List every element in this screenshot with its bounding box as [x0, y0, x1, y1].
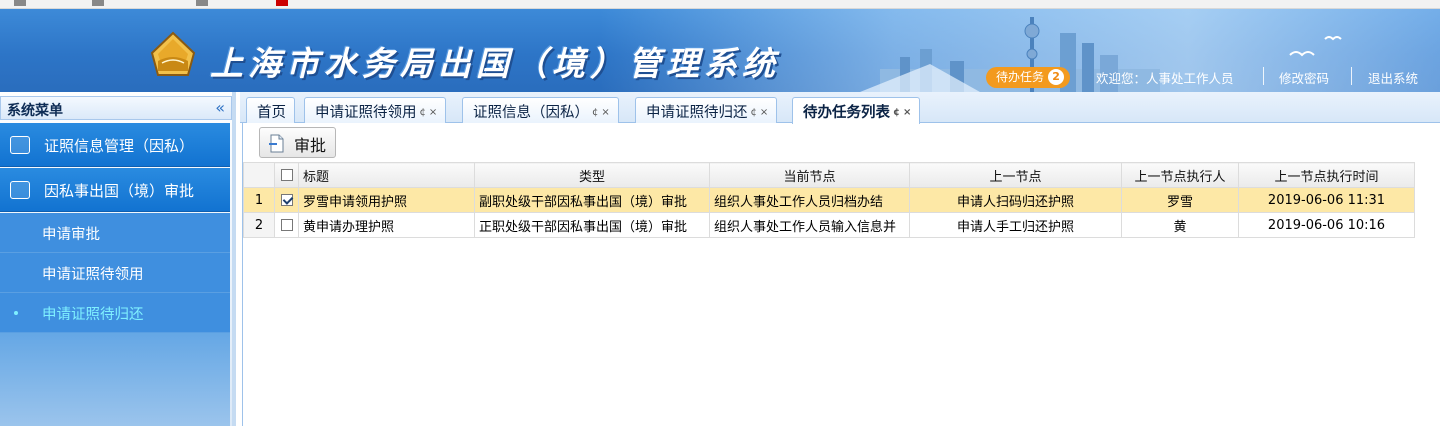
menu-group-private-travel[interactable]: 因私事出国（境）审批	[0, 168, 230, 212]
checkbox-checked-icon	[280, 194, 293, 206]
close-icon[interactable]: ×	[429, 107, 437, 118]
bookmark-icon	[196, 0, 208, 6]
column-header-title[interactable]: 标题	[298, 162, 475, 188]
menu-group-label: 证照信息管理（因私）	[44, 137, 195, 155]
image-icon	[10, 136, 30, 154]
nav-divider	[1263, 67, 1264, 85]
cell-prev-user: 罗雪	[1121, 187, 1239, 213]
welcome-text: 欢迎您：人事处工作人员	[1096, 71, 1234, 86]
bookmark-icon	[276, 0, 288, 6]
cell-type: 正职处级干部因私事出国（境）审批	[474, 212, 710, 238]
tab-label: 申请证照待归还	[646, 105, 748, 121]
approve-button-label: 审批	[294, 136, 327, 155]
todo-tasks-button[interactable]: 待办任务 2	[986, 67, 1071, 88]
edit-icon	[10, 181, 30, 199]
table-row[interactable]: 1 罗雪申请领用护照 副职处级干部因私事出国（境）审批 组织人事处工作人员归档办…	[243, 187, 1415, 213]
active-dot-icon	[14, 311, 18, 315]
cell-prev-user: 黄	[1121, 212, 1239, 238]
bureau-logo-icon	[150, 31, 196, 76]
document-icon	[269, 134, 284, 153]
bookmark-item[interactable]	[276, 0, 291, 7]
cell-prev-time: 2019-06-06 10:16	[1238, 212, 1415, 238]
logout-link[interactable]: 退出系统	[1368, 68, 1418, 87]
column-header-prev-user[interactable]: 上一节点执行人	[1121, 162, 1239, 188]
row-number: 2	[243, 212, 275, 238]
cell-current-node: 组织人事处工作人员归档办结	[709, 187, 910, 213]
sidebar-item-application-approval[interactable]: 申请审批	[0, 213, 230, 253]
tab-label: 首页	[257, 105, 286, 121]
cell-prev-node: 申请人扫码归还护照	[909, 187, 1122, 213]
bookmark-item[interactable]	[196, 0, 211, 7]
refresh-icon[interactable]: ¢	[420, 107, 426, 118]
row-number: 1	[243, 187, 275, 213]
table-row[interactable]: 2 黄申请办理护照 正职处级干部因私事出国（境）审批 组织人事处工作人员输入信息…	[243, 212, 1415, 238]
cell-title: 罗雪申请领用护照	[298, 187, 475, 213]
sidebar-item-label: 申请证照待领用	[42, 267, 144, 283]
nav-divider	[1351, 67, 1352, 85]
column-header-prev-time[interactable]: 上一节点执行时间	[1238, 162, 1415, 188]
checkbox-icon	[280, 219, 293, 231]
sidebar-item-license-pickup[interactable]: 申请证照待领用	[0, 253, 230, 293]
double-chevron-left-icon[interactable]: «	[215, 98, 225, 117]
close-icon[interactable]: ×	[903, 107, 911, 118]
menu-group-license-info[interactable]: 证照信息管理（因私）	[0, 123, 230, 167]
cell-title: 黄申请办理护照	[298, 212, 475, 238]
bookmark-icon	[14, 0, 26, 6]
bookmark-item[interactable]	[14, 0, 29, 7]
row-number-header	[243, 162, 275, 188]
close-icon[interactable]: ×	[601, 107, 609, 118]
row-checkbox[interactable]	[274, 187, 299, 213]
sidebar: 系统菜单 « 证照信息管理（因私） 因私事出国（境）审批 申请审批 申请证照待领…	[0, 92, 236, 426]
tab-label: 证照信息（因私）	[473, 105, 589, 121]
tab-bar: 首页 申请证照待领用 ¢ × 证照信息（因私） ¢ × 申请证照待归还 ¢ × 待办任务列表…	[240, 92, 1440, 124]
column-header-prev-node[interactable]: 上一节点	[909, 162, 1122, 188]
tab-license-return[interactable]: 申请证照待归还 ¢ ×	[635, 97, 778, 123]
cell-type: 副职处级干部因私事出国（境）审批	[474, 187, 710, 213]
refresh-icon[interactable]: ¢	[592, 107, 598, 118]
todo-task-grid: 标题 类型 当前节点 上一节点 上一节点执行人 上一节点执行时间 1 罗雪申请领…	[243, 162, 1415, 238]
refresh-icon[interactable]: ¢	[751, 107, 757, 118]
column-header-current-node[interactable]: 当前节点	[709, 162, 910, 188]
approve-button[interactable]: 审批	[259, 127, 336, 158]
sidebar-item-label: 申请证照待归还	[42, 307, 144, 323]
change-password-link[interactable]: 修改密码	[1279, 68, 1329, 87]
sidebar-item-license-return[interactable]: 申请证照待归还	[0, 293, 230, 333]
bookmark-icon	[92, 0, 104, 6]
cell-prev-node: 申请人手工归还护照	[909, 212, 1122, 238]
system-title: 上海市水务局出国（境）管理系统	[210, 44, 780, 83]
header-banner: 上海市水务局出国（境）管理系统 待办任务 2 欢迎您：人事处工作人员 修改密码 退…	[0, 9, 1440, 92]
checkbox-icon	[280, 169, 293, 181]
menu-group-label: 因私事出国（境）审批	[44, 182, 195, 200]
sidebar-title: 系统菜单	[7, 103, 63, 119]
sidebar-header: 系统菜单 «	[0, 96, 232, 120]
main-panel: 首页 申请证照待领用 ¢ × 证照信息（因私） ¢ × 申请证照待归还 ¢ × 待办任务列表…	[240, 92, 1440, 426]
row-checkbox[interactable]	[274, 212, 299, 238]
tab-label: 申请证照待领用	[315, 105, 417, 121]
column-header-type[interactable]: 类型	[474, 162, 710, 188]
grid-header-row: 标题 类型 当前节点 上一节点 上一节点执行人 上一节点执行时间	[243, 162, 1415, 188]
tab-label: 待办任务列表	[803, 105, 890, 121]
birds-decoration-icon	[1289, 36, 1342, 57]
refresh-icon[interactable]: ¢	[893, 107, 900, 118]
tab-license-pickup[interactable]: 申请证照待领用 ¢ ×	[304, 97, 447, 123]
submenu-area: 申请审批 申请证照待领用 申请证照待归还	[0, 213, 230, 426]
cell-current-node: 组织人事处工作人员输入信息并	[709, 212, 910, 238]
bookmarks-bar	[0, 0, 1440, 9]
tab-todo-list[interactable]: 待办任务列表 ¢ ×	[792, 97, 921, 124]
cell-prev-time: 2019-06-06 11:31	[1238, 187, 1415, 213]
sidebar-item-label: 申请审批	[42, 227, 100, 243]
tab-license-info-private[interactable]: 证照信息（因私） ¢ ×	[462, 97, 619, 123]
todo-tasks-label: 待办任务	[996, 70, 1045, 84]
bookmark-item[interactable]	[92, 0, 107, 7]
tab-home[interactable]: 首页	[246, 97, 295, 123]
todo-count-badge: 2	[1048, 69, 1065, 85]
close-icon[interactable]: ×	[760, 107, 768, 118]
select-all-checkbox[interactable]	[274, 162, 299, 188]
